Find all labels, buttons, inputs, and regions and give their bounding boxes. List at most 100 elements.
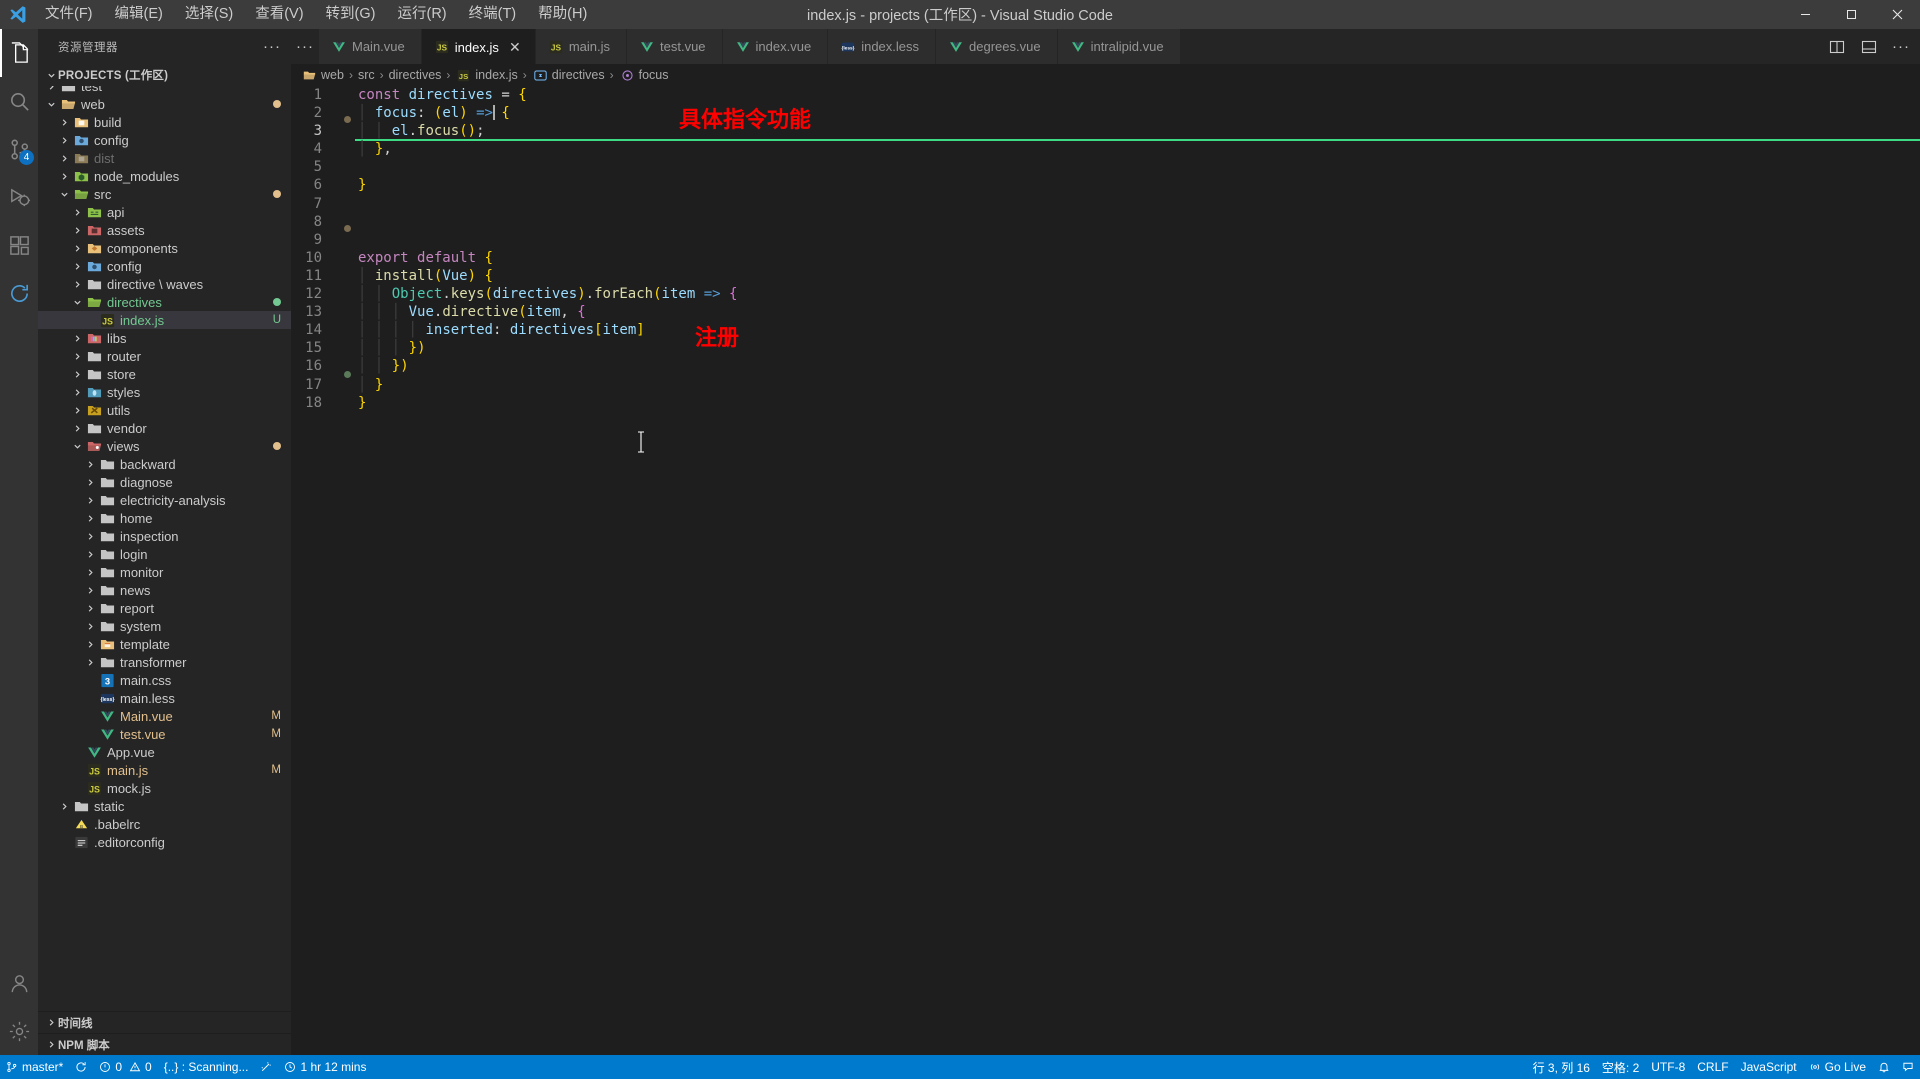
code-line[interactable]: } xyxy=(358,176,1920,194)
chevron-down-icon[interactable] xyxy=(71,293,84,311)
tree-item[interactable]: vendor xyxy=(38,419,291,437)
breadcrumb-index-js[interactable]: JS index.js xyxy=(455,68,518,82)
tree-item[interactable]: utils xyxy=(38,401,291,419)
tab-main-js[interactable]: JS main.js xyxy=(535,29,628,64)
chevron-right-icon[interactable] xyxy=(84,581,97,599)
tab-degrees-vue[interactable]: degrees.vue xyxy=(936,29,1058,64)
tab-main-vue[interactable]: Main.vue xyxy=(319,29,422,64)
tree-item[interactable]: directive \ waves xyxy=(38,275,291,293)
layout-panel-icon[interactable] xyxy=(1858,35,1880,59)
status-go-live[interactable]: Go Live xyxy=(1803,1055,1872,1079)
menu-help[interactable]: 帮助(H) xyxy=(527,0,598,29)
tree-item[interactable]: JS mock.js xyxy=(38,779,291,797)
sidebar-section-npm-scripts[interactable]: NPM 脚本 xyxy=(38,1033,291,1055)
chevron-right-icon[interactable] xyxy=(84,455,97,473)
tree-item[interactable]: home xyxy=(38,509,291,527)
chevron-right-icon[interactable] xyxy=(84,635,97,653)
explorer-more-icon[interactable]: ··· xyxy=(263,38,281,55)
code-line[interactable]: } xyxy=(358,394,1920,412)
chevron-right-icon[interactable] xyxy=(71,329,84,347)
chevron-right-icon[interactable] xyxy=(71,401,84,419)
chevron-down-icon[interactable] xyxy=(71,437,84,455)
tree-item[interactable]: web xyxy=(38,95,291,113)
fold-indicator[interactable] xyxy=(344,116,351,123)
code-line[interactable]: │ │ │ │ inserted: directives[item] xyxy=(358,321,1920,339)
tab-index-vue[interactable]: index.vue xyxy=(722,29,829,64)
tree-item[interactable]: test.vue M xyxy=(38,725,291,743)
file-tree[interactable]: test web build config dist node_modules src api… xyxy=(38,86,291,1011)
code-line[interactable]: const directives = { xyxy=(358,86,1920,104)
tree-item[interactable]: .editorconfig xyxy=(38,833,291,851)
activity-settings[interactable] xyxy=(0,1007,38,1055)
tree-item[interactable]: {less} main.less xyxy=(38,689,291,707)
tree-item[interactable]: Main.vue M xyxy=(38,707,291,725)
tree-item[interactable]: login xyxy=(38,545,291,563)
close-icon[interactable]: ✕ xyxy=(505,37,525,57)
tree-item[interactable]: B .babelrc xyxy=(38,815,291,833)
chevron-right-icon[interactable] xyxy=(45,86,58,95)
chevron-right-icon[interactable] xyxy=(71,383,84,401)
tree-item[interactable]: inspection xyxy=(38,527,291,545)
code-line[interactable]: │ focus: (el) => { xyxy=(358,104,1920,122)
chevron-right-icon[interactable] xyxy=(84,653,97,671)
chevron-right-icon[interactable] xyxy=(84,509,97,527)
chevron-right-icon[interactable] xyxy=(71,239,84,257)
chevron-down-icon[interactable] xyxy=(58,185,71,203)
tree-item[interactable]: libs xyxy=(38,329,291,347)
status-sync[interactable] xyxy=(69,1055,93,1079)
breadcrumb-src[interactable]: src xyxy=(358,68,375,82)
breadcrumb-symbol-directives[interactable]: directives xyxy=(532,68,605,82)
status-indentation[interactable]: 空格: 2 xyxy=(1596,1055,1645,1079)
chevron-right-icon[interactable] xyxy=(71,365,84,383)
fold-indicator[interactable] xyxy=(344,371,351,378)
code-line[interactable]: │ │ │ Vue.directive(item, { xyxy=(358,303,1920,321)
maximize-button[interactable] xyxy=(1828,0,1874,29)
status-wand[interactable] xyxy=(254,1055,278,1079)
code-line[interactable]: │ }, xyxy=(358,140,1920,158)
chevron-right-icon[interactable] xyxy=(84,599,97,617)
code-line[interactable] xyxy=(358,158,1920,176)
activity-source-control[interactable]: 4 xyxy=(0,125,38,173)
code-line[interactable]: │ } xyxy=(358,376,1920,394)
tree-item[interactable]: build xyxy=(38,113,291,131)
status-problems[interactable]: 0 0 xyxy=(93,1055,157,1079)
chevron-right-icon[interactable] xyxy=(84,545,97,563)
fold-indicator[interactable] xyxy=(344,225,351,232)
status-language-mode[interactable]: JavaScript xyxy=(1735,1055,1803,1079)
tree-item[interactable]: electricity-analysis xyxy=(38,491,291,509)
breadcrumb-directives[interactable]: directives xyxy=(389,68,442,82)
code-line[interactable]: │ │ │ }) xyxy=(358,339,1920,357)
breadcrumb[interactable]: web › src › directives › JS index.js › directives… xyxy=(291,64,1920,86)
tree-item[interactable]: store xyxy=(38,365,291,383)
code-line[interactable]: export default { xyxy=(358,249,1920,267)
menu-edit[interactable]: 编辑(E) xyxy=(104,0,174,29)
tree-item[interactable]: news xyxy=(38,581,291,599)
breadcrumb-symbol-focus[interactable]: focus xyxy=(619,68,668,82)
chevron-right-icon[interactable] xyxy=(58,167,71,185)
chevron-right-icon[interactable] xyxy=(58,797,71,815)
menu-go[interactable]: 转到(G) xyxy=(315,0,387,29)
code-line[interactable] xyxy=(358,213,1920,231)
chevron-right-icon[interactable] xyxy=(84,563,97,581)
chevron-right-icon[interactable] xyxy=(84,491,97,509)
tree-item[interactable]: diagnose xyxy=(38,473,291,491)
tree-item[interactable]: transformer xyxy=(38,653,291,671)
tree-item[interactable]: components xyxy=(38,239,291,257)
tree-item[interactable]: 3 main.css xyxy=(38,671,291,689)
sidebar-section-timeline[interactable]: 时间线 xyxy=(38,1011,291,1033)
tabs-overflow-icon[interactable]: ··· xyxy=(291,29,319,64)
minimize-button[interactable] xyxy=(1782,0,1828,29)
tree-item[interactable]: src xyxy=(38,185,291,203)
chevron-right-icon[interactable] xyxy=(71,419,84,437)
tree-item[interactable]: dist xyxy=(38,149,291,167)
menu-terminal[interactable]: 终端(T) xyxy=(458,0,528,29)
tree-item[interactable]: template xyxy=(38,635,291,653)
activity-sync[interactable] xyxy=(0,269,38,317)
chevron-right-icon[interactable] xyxy=(84,617,97,635)
tree-item[interactable]: backward xyxy=(38,455,291,473)
status-scanning[interactable]: {..} : Scanning... xyxy=(158,1055,255,1079)
chevron-right-icon[interactable] xyxy=(71,203,84,221)
tree-item[interactable]: test xyxy=(38,86,291,95)
tree-item[interactable]: config xyxy=(38,131,291,149)
tree-item[interactable]: api xyxy=(38,203,291,221)
